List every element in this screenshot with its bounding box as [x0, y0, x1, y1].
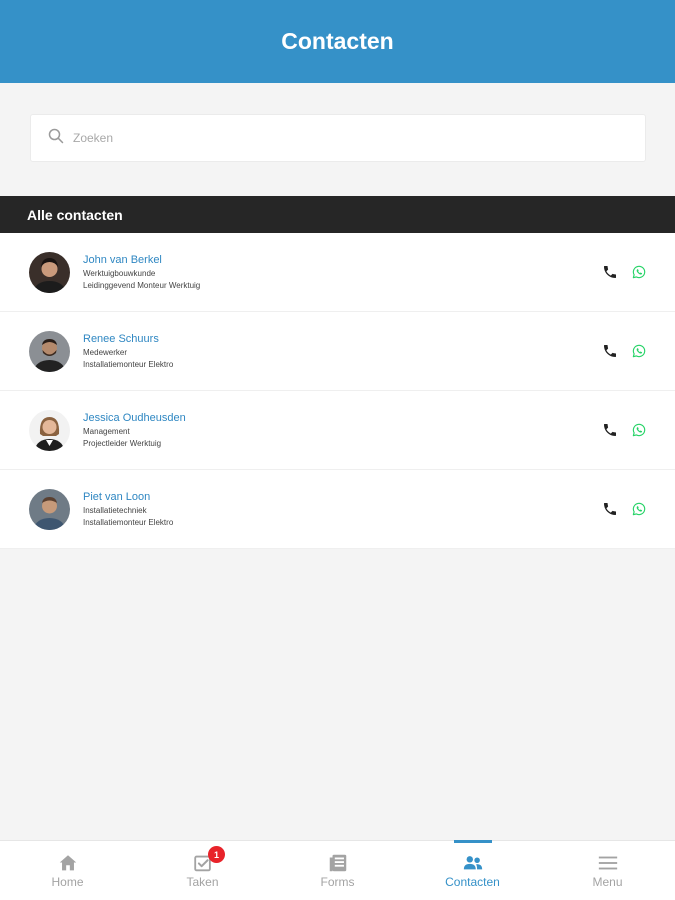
- contact-list: John van Berkel Werktuigbouwkunde Leidin…: [0, 233, 675, 549]
- tab-label: Menu: [592, 875, 623, 889]
- page-title: Contacten: [281, 28, 394, 54]
- phone-icon[interactable]: [602, 501, 618, 517]
- contact-role: Management: [83, 427, 130, 436]
- home-icon: [57, 852, 79, 874]
- app-header: Contacten: [0, 0, 675, 83]
- contact-name[interactable]: John van Berkel: [83, 254, 200, 267]
- contact-name[interactable]: Renee Schuurs: [83, 333, 173, 346]
- contact-role: Medewerker: [83, 348, 128, 357]
- contacts-icon: [462, 852, 484, 874]
- contact-role: Werktuigbouwkunde: [83, 269, 156, 278]
- contact-name[interactable]: Piet van Loon: [83, 491, 173, 504]
- contact-function: Leidinggevend Monteur Werktuig: [83, 281, 201, 290]
- phone-icon[interactable]: [602, 422, 618, 438]
- whatsapp-icon[interactable]: [631, 501, 647, 517]
- avatar: [29, 331, 70, 372]
- forms-icon: [327, 852, 349, 874]
- whatsapp-icon[interactable]: [631, 422, 647, 438]
- avatar: [29, 252, 70, 293]
- contact-name[interactable]: Jessica Oudheusden: [83, 412, 186, 425]
- tab-menu[interactable]: Menu: [540, 841, 675, 900]
- contact-row[interactable]: Renee Schuurs Medewerker Installatiemont…: [0, 312, 675, 391]
- section-title: Alle contacten: [27, 206, 123, 223]
- section-header: Alle contacten: [0, 196, 675, 233]
- contact-row[interactable]: Jessica Oudheusden Management Projectlei…: [0, 391, 675, 470]
- tab-contacten[interactable]: Contacten: [405, 840, 540, 900]
- contact-role: Installatietechniek: [83, 506, 147, 515]
- menu-icon: [597, 852, 619, 874]
- phone-icon[interactable]: [602, 343, 618, 359]
- search-bar[interactable]: [30, 114, 646, 162]
- whatsapp-icon[interactable]: [631, 343, 647, 359]
- avatar: [29, 489, 70, 530]
- tab-label: Contacten: [445, 875, 500, 889]
- phone-icon[interactable]: [602, 264, 618, 280]
- search-icon: [48, 128, 64, 149]
- contact-function: Installatiemonteur Elektro: [83, 360, 174, 369]
- tab-label: Taken: [186, 875, 219, 889]
- contact-function: Installatiemonteur Elektro: [83, 518, 174, 527]
- tab-home[interactable]: Home: [0, 841, 135, 900]
- avatar: [29, 410, 70, 451]
- notification-badge: 1: [208, 846, 225, 863]
- tab-taken[interactable]: 1 Taken: [135, 841, 270, 900]
- contact-row[interactable]: John van Berkel Werktuigbouwkunde Leidin…: [0, 233, 675, 312]
- whatsapp-icon[interactable]: [631, 264, 647, 280]
- contact-function: Projectleider Werktuig: [83, 439, 162, 448]
- search-input[interactable]: [73, 131, 613, 145]
- bottom-tab-bar: Home 1 Taken Forms Contacten Menu: [0, 840, 675, 900]
- tab-label: Home: [51, 875, 84, 889]
- contact-row[interactable]: Piet van Loon Installatietechniek Instal…: [0, 470, 675, 549]
- tab-label: Forms: [320, 875, 355, 889]
- tab-forms[interactable]: Forms: [270, 841, 405, 900]
